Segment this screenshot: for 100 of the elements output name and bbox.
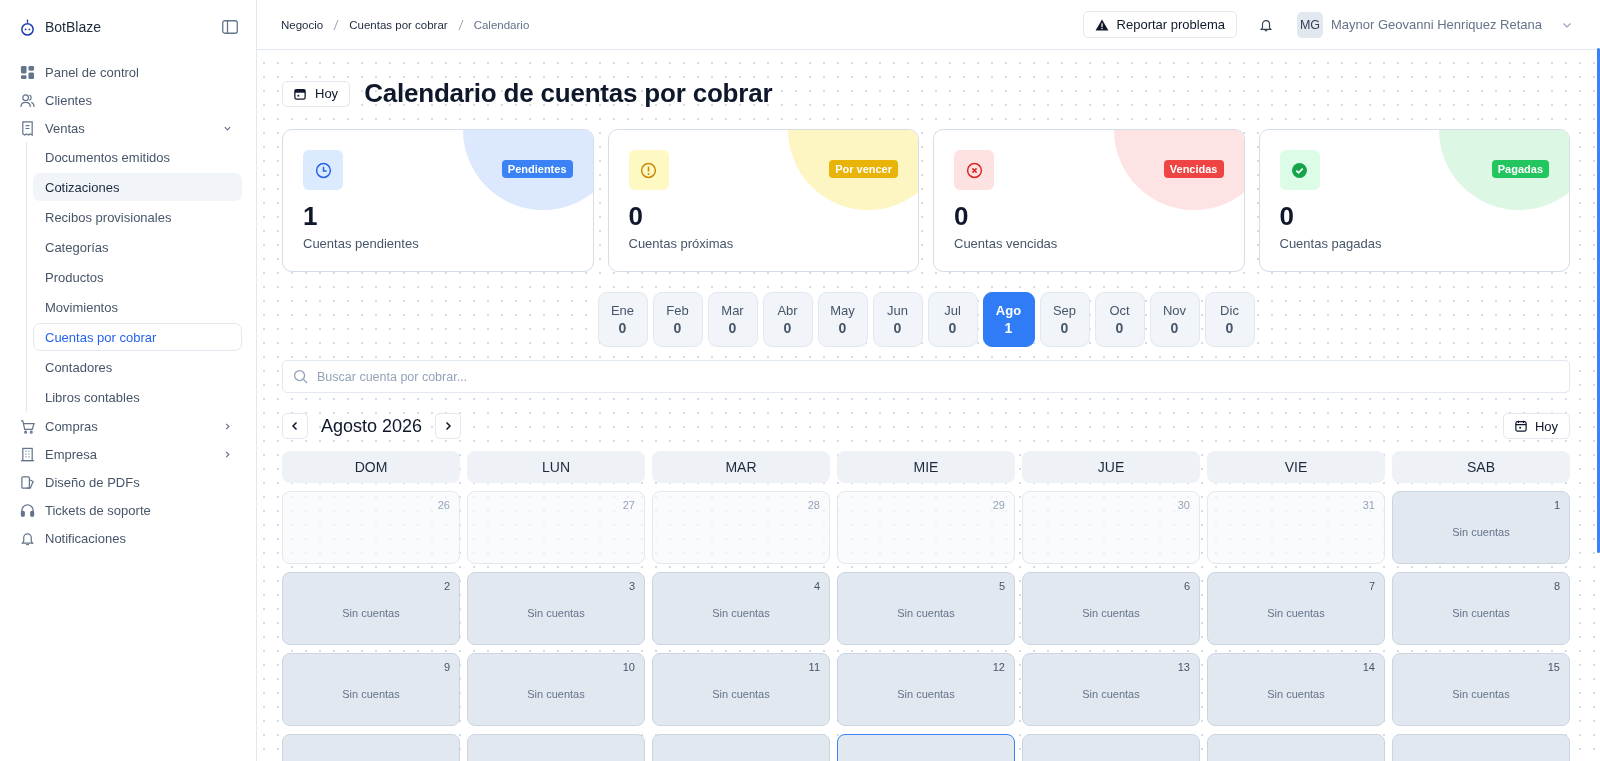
day-status: Sin cuentas — [1452, 606, 1510, 619]
month-chip[interactable]: Ago 1 — [982, 292, 1035, 347]
nav-subitem[interactable]: Productos — [33, 263, 242, 291]
sidebar-toggle-icon[interactable] — [222, 20, 238, 34]
day-number: 29 — [992, 499, 1005, 511]
calendar-icon — [1514, 420, 1527, 432]
day-cell[interactable]: 4 Sin cuentas — [652, 572, 830, 645]
day-cell[interactable]: 9 Sin cuentas — [282, 653, 460, 726]
search-field[interactable]: Buscar cuenta por cobrar... — [282, 360, 1570, 393]
headset-icon — [20, 502, 35, 518]
day-number: 8 — [1553, 580, 1560, 592]
nav-item[interactable]: Ventas — [20, 114, 242, 142]
day-status: Sin cuentas — [897, 606, 955, 619]
day-cell[interactable]: 15 Sin cuentas — [1392, 653, 1570, 726]
month-chip[interactable]: Mar 0 — [707, 292, 758, 347]
breadcrumb-link[interactable]: Cuentas por cobrar — [349, 18, 448, 31]
nav-item[interactable]: Panel de control — [20, 58, 242, 86]
day-cell[interactable]: 13 Sin cuentas — [1022, 653, 1200, 726]
notification-bell-icon[interactable] — [1259, 17, 1273, 32]
stat-value: 1 — [303, 202, 319, 231]
nav-item[interactable]: Empresa — [20, 440, 242, 468]
month-chip[interactable]: Dic 0 — [1204, 292, 1255, 347]
day-cell[interactable]: 10 Sin cuentas — [467, 653, 645, 726]
breadcrumb-link[interactable]: Calendario — [473, 18, 530, 31]
nav-item[interactable]: Diseño de PDFs — [20, 468, 242, 496]
nav-item[interactable]: Notificaciones — [20, 524, 242, 552]
month-chip[interactable]: Oct 0 — [1094, 292, 1145, 347]
breadcrumb-link[interactable]: Negocio — [281, 18, 324, 31]
nav-subitem[interactable]: Contadores — [33, 353, 242, 381]
receipt-icon — [20, 120, 35, 136]
day-cell[interactable]: 1 Sin cuentas — [1392, 491, 1570, 564]
nav-subitem[interactable]: Recibos provisionales — [33, 203, 242, 231]
month-chip[interactable]: Sep 0 — [1039, 292, 1090, 347]
day-cell[interactable]: 7 Sin cuentas — [1207, 572, 1385, 645]
weekday-header: MAR — [652, 451, 830, 483]
day-number: 6 — [1183, 580, 1190, 592]
chevron-icon — [223, 449, 232, 459]
nav-item[interactable]: Tickets de soporte — [20, 496, 242, 524]
user-name[interactable]: Maynor Geovanni Henriquez Retana — [1331, 17, 1542, 32]
users-icon — [20, 92, 35, 108]
day-cell[interactable]: 2 Sin cuentas — [282, 572, 460, 645]
day-status: Sin cuentas — [1267, 606, 1325, 619]
nav-subitem[interactable]: Documentos emitidos — [33, 143, 242, 171]
nav-subitem[interactable]: Cotizaciones — [33, 173, 242, 201]
day-status: Sin cuentas — [342, 687, 400, 700]
day-cell[interactable]: 5 Sin cuentas — [837, 572, 1015, 645]
day-status: Sin cuentas — [527, 606, 585, 619]
user-avatar[interactable]: MG — [1297, 11, 1323, 38]
scrollbar-thumb[interactable] — [1597, 48, 1600, 553]
nav-subitem[interactable]: Cuentas por cobrar — [33, 323, 242, 351]
day-number: 3 — [628, 580, 635, 592]
day-status: Sin cuentas — [1082, 687, 1140, 700]
day-cell[interactable]: 6 Sin cuentas — [1022, 572, 1200, 645]
breadcrumb-separator-icon — [457, 18, 464, 31]
nav-subitem[interactable]: Libros contables — [33, 383, 242, 411]
bell-icon — [20, 530, 35, 546]
weekday-header: SAB — [1392, 451, 1570, 483]
day-status: Sin cuentas — [1267, 687, 1325, 700]
day-cell[interactable]: 11 Sin cuentas — [652, 653, 830, 726]
weekday-header: MIE — [837, 451, 1015, 483]
weekday-header: JUE — [1022, 451, 1200, 483]
building-icon — [20, 446, 35, 462]
today-button[interactable]: Hoy — [282, 80, 351, 107]
nav-item[interactable]: Compras — [20, 412, 242, 440]
nav-item[interactable]: Clientes — [20, 86, 242, 114]
month-chip[interactable]: Ene 0 — [597, 292, 648, 347]
month-chip[interactable]: May 0 — [817, 292, 868, 347]
month-chip[interactable]: Jul 0 — [927, 292, 978, 347]
month-chip[interactable]: Abr 0 — [762, 292, 813, 347]
day-status: Sin cuentas — [712, 687, 770, 700]
next-month-button[interactable] — [435, 413, 462, 439]
chevron-right-icon — [443, 421, 454, 431]
day-number: 4 — [813, 580, 820, 592]
day-number: 9 — [443, 661, 450, 673]
nav-subitem[interactable]: Movimientos — [33, 293, 242, 321]
status-badge: Pendientes — [501, 160, 573, 178]
nav-subitem[interactable]: Categorías — [33, 233, 242, 261]
day-cell[interactable]: 3 Sin cuentas — [467, 572, 645, 645]
brand-name: BotBlaze — [45, 19, 102, 35]
month-chip[interactable]: Feb 0 — [652, 292, 703, 347]
today-button[interactable]: Hoy — [1502, 413, 1570, 439]
breadcrumb-separator-icon — [333, 18, 340, 31]
day-status: Sin cuentas — [527, 687, 585, 700]
search-icon — [293, 369, 308, 384]
report-problem-button[interactable]: Reportar problema — [1082, 11, 1237, 38]
day-cell[interactable]: 8 Sin cuentas — [1392, 572, 1570, 645]
day-number: 31 — [1362, 499, 1375, 511]
month-chip[interactable]: Nov 0 — [1149, 292, 1200, 347]
stat-label: Cuentas pendientes — [303, 235, 420, 251]
page-title: Calendario de cuentas por cobrar — [364, 78, 773, 109]
previous-month-button[interactable] — [282, 413, 308, 439]
dashboard-icon — [20, 64, 35, 80]
day-number: 27 — [622, 499, 635, 511]
day-cell[interactable]: 14 Sin cuentas — [1207, 653, 1385, 726]
day-cell[interactable]: 12 Sin cuentas — [837, 653, 1015, 726]
day-number: 28 — [807, 499, 820, 511]
warning-icon — [1094, 18, 1109, 31]
weekday-header: VIE — [1207, 451, 1385, 483]
month-chip[interactable]: Jun 0 — [872, 292, 923, 347]
day-number: 5 — [998, 580, 1005, 592]
